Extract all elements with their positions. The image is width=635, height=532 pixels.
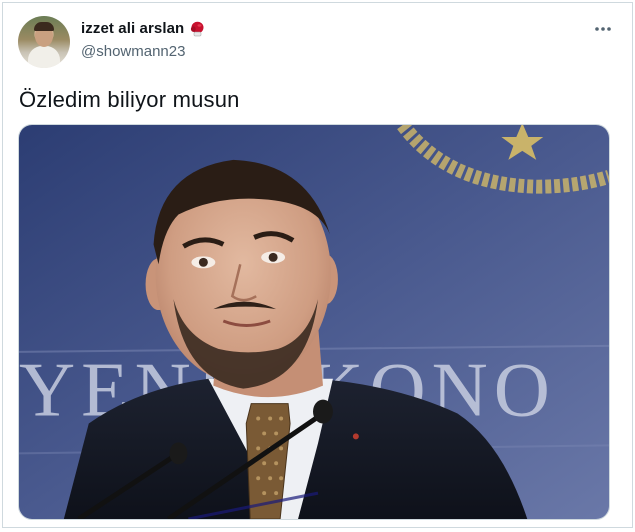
tweet-text: Özledim biliyor musun	[19, 87, 240, 112]
author-handle[interactable]: @showmann23	[81, 43, 185, 60]
author-display-name[interactable]: izzet ali arslan	[81, 20, 184, 37]
photo-image: YENİ EKONO	[19, 125, 609, 519]
more-options-button[interactable]	[592, 21, 614, 37]
avatar[interactable]	[18, 16, 70, 68]
tweet-media-image[interactable]: YENİ EKONO	[18, 124, 610, 520]
tweet-card[interactable]: izzet ali arslan @showmann23 Özledim bil…	[2, 2, 633, 528]
author-name-row[interactable]: izzet ali arslan	[81, 20, 205, 37]
more-horizontal-icon	[595, 27, 611, 31]
boxing-glove-icon	[189, 21, 205, 37]
